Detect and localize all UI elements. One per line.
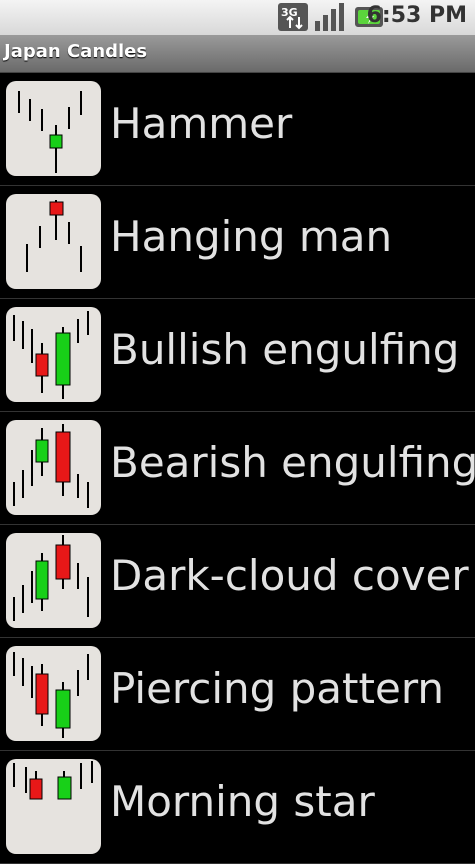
list-item-hanging-man[interactable]: Hanging man: [0, 186, 475, 299]
pattern-label: Hammer: [110, 99, 293, 148]
pattern-label: Bearish engulfing: [110, 438, 475, 487]
page-title: Japan Candles: [4, 41, 148, 62]
pattern-label: Bullish engulfing: [110, 325, 460, 374]
list-item-morning-star[interactable]: Morning star: [0, 751, 475, 864]
pattern-label: Morning star: [110, 777, 375, 826]
piercing-pattern-candle-icon: [6, 646, 101, 741]
title-bar: Japan Candles: [0, 35, 475, 73]
pattern-list[interactable]: Hammer Hanging man Bullish engulfing Bea…: [0, 73, 475, 864]
morning-star-candle-icon: [6, 759, 101, 854]
clock: 6:53 PM: [366, 3, 467, 28]
status-bar: 3G 6:53 PM: [0, 0, 475, 35]
hammer-candle-icon: [6, 81, 101, 176]
bearish-engulfing-candle-icon: [6, 420, 101, 515]
signal-strength-icon: [315, 3, 344, 31]
3g-data-icon: 3G: [278, 3, 308, 31]
pattern-label: Hanging man: [110, 212, 393, 261]
list-item-dark-cloud-cover[interactable]: Dark-cloud cover: [0, 525, 475, 638]
list-item-bearish-engulfing[interactable]: Bearish engulfing: [0, 412, 475, 525]
list-item-piercing-pattern[interactable]: Piercing pattern: [0, 638, 475, 751]
pattern-label: Dark-cloud cover: [110, 551, 469, 600]
list-item-bullish-engulfing[interactable]: Bullish engulfing: [0, 299, 475, 412]
bullish-engulfing-candle-icon: [6, 307, 101, 402]
hanging-man-candle-icon: [6, 194, 101, 289]
pattern-label: Piercing pattern: [110, 664, 444, 713]
dark-cloud-cover-candle-icon: [6, 533, 101, 628]
list-item-hammer[interactable]: Hammer: [0, 73, 475, 186]
